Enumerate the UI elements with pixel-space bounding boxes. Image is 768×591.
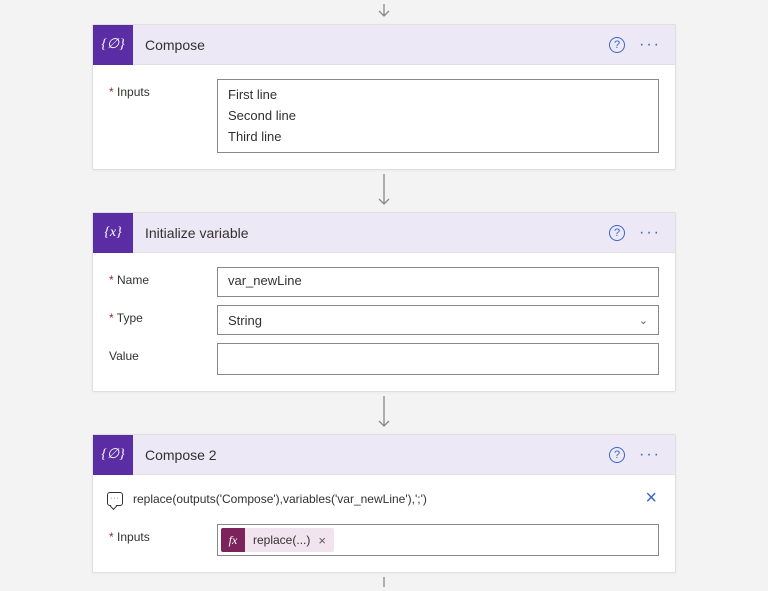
type-value: String	[228, 313, 262, 328]
step-title: Initialize variable	[133, 225, 609, 241]
step-compose: {∅} Compose ? ··· Inputs First line Seco…	[92, 24, 676, 170]
step-header[interactable]: {x} Initialize variable ? ···	[93, 213, 675, 253]
connector-arrow	[92, 392, 676, 434]
inputs-field[interactable]: First line Second line Third line	[217, 79, 659, 153]
expression-text: replace(outputs('Compose'),variables('va…	[133, 492, 631, 506]
compose-icon: {∅}	[93, 435, 133, 475]
value-field[interactable]	[217, 343, 659, 375]
fx-badge-icon: fx	[221, 528, 245, 552]
step-title: Compose 2	[133, 447, 609, 463]
type-field[interactable]: String ⌄	[217, 305, 659, 335]
name-label: Name	[109, 267, 217, 287]
step-title: Compose	[133, 37, 609, 53]
step-initialize-variable: {x} Initialize variable ? ··· Name var_n…	[92, 212, 676, 392]
menu-icon[interactable]: ···	[639, 37, 661, 53]
type-label: Type	[109, 305, 217, 325]
inputs-label: Inputs	[109, 79, 217, 99]
chevron-down-icon: ⌄	[639, 314, 648, 327]
close-icon[interactable]: ×	[641, 487, 661, 510]
help-icon[interactable]: ?	[609, 37, 625, 53]
token-remove-icon[interactable]: ×	[316, 533, 334, 548]
step-header[interactable]: {∅} Compose ? ···	[93, 25, 675, 65]
input-line: Third line	[228, 127, 648, 148]
menu-icon[interactable]: ···	[639, 447, 661, 463]
help-icon[interactable]: ?	[609, 225, 625, 241]
expression-bar: ··· replace(outputs('Compose'),variables…	[93, 475, 675, 520]
variable-icon: {x}	[93, 213, 133, 253]
step-compose-2: {∅} Compose 2 ? ··· ··· replace(outputs(…	[92, 434, 676, 573]
input-line: First line	[228, 85, 648, 106]
token-label: replace(...)	[245, 533, 316, 547]
expression-token[interactable]: fx replace(...) ×	[221, 528, 334, 552]
connector-arrow	[92, 573, 676, 591]
connector-arrow	[92, 170, 676, 212]
compose-icon: {∅}	[93, 25, 133, 65]
name-field[interactable]: var_newLine	[217, 267, 659, 297]
comment-icon: ···	[107, 492, 123, 506]
value-label: Value	[109, 343, 217, 363]
inputs-field[interactable]: fx replace(...) ×	[217, 524, 659, 556]
inputs-label: Inputs	[109, 524, 217, 544]
menu-icon[interactable]: ···	[639, 225, 661, 241]
input-line: Second line	[228, 106, 648, 127]
connector-arrow	[92, 0, 676, 24]
step-header[interactable]: {∅} Compose 2 ? ···	[93, 435, 675, 475]
help-icon[interactable]: ?	[609, 447, 625, 463]
